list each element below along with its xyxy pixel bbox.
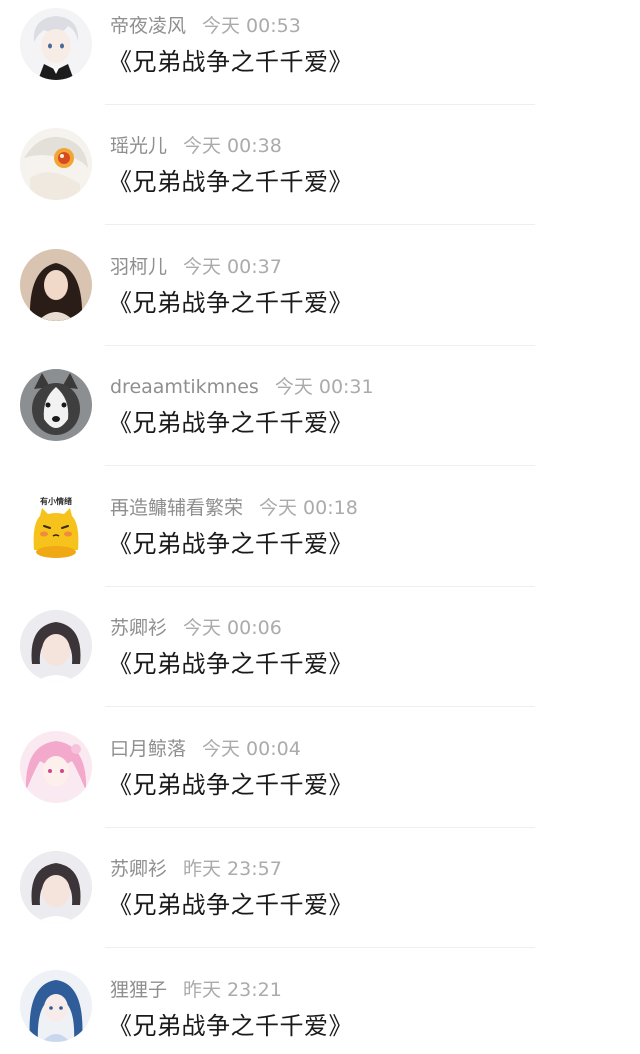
avatar-caption: 有小情绪 — [40, 496, 72, 506]
comment-text: 《兄弟战争之千千爱》 — [108, 1012, 353, 1040]
avatar-anime-orange-eye-icon[interactable] — [20, 128, 92, 200]
avatar-anime-white-hair-icon[interactable] — [20, 8, 92, 80]
comment-meta: 羽柯儿 今天 00:37 — [110, 253, 282, 281]
comment-text: 《兄弟战争之千千爱》 — [108, 771, 353, 799]
comment-text: 《兄弟战争之千千爱》 — [108, 650, 353, 678]
divider — [105, 224, 535, 225]
avatar-yellow-cat-icon[interactable]: 有小情绪 — [20, 490, 92, 562]
timestamp: 今天 00:53 — [202, 15, 301, 37]
username[interactable]: 苏卿衫 — [110, 617, 167, 639]
divider — [105, 586, 535, 587]
comment-meta: 帝夜凌风 今天 00:53 — [110, 12, 301, 40]
comment-item[interactable]: 有小情绪 再造鳙辅看繁荣 今天 00:18 《兄弟战争之千千爱》 — [0, 482, 640, 602]
avatar-girl-photo-icon[interactable] — [20, 249, 92, 321]
avatar-husky-dog-icon[interactable] — [20, 369, 92, 441]
timestamp: 今天 00:06 — [183, 617, 282, 639]
username[interactable]: 曰月鲸落 — [110, 738, 186, 760]
comment-item[interactable]: 羽柯儿 今天 00:37 《兄弟战争之千千爱》 — [0, 241, 640, 361]
comment-list: 帝夜凌风 今天 00:53 《兄弟战争之千千爱》 瑶光儿 今天 00:38 《兄弟战… — [0, 0, 640, 1054]
username[interactable]: 羽柯儿 — [110, 256, 167, 278]
timestamp: 今天 00:31 — [274, 376, 374, 398]
timestamp: 今天 00:37 — [183, 256, 282, 278]
username[interactable]: 帝夜凌风 — [110, 15, 186, 37]
avatar-anime-blue-hair-icon[interactable] — [20, 970, 92, 1042]
username[interactable]: 瑶光儿 — [110, 135, 167, 157]
comment-text: 《兄弟战争之千千爱》 — [108, 530, 353, 558]
username[interactable]: 再造鳙辅看繁荣 — [110, 497, 243, 519]
divider — [105, 827, 535, 828]
comment-item[interactable]: 帝夜凌风 今天 00:53 《兄弟战争之千千爱》 — [0, 0, 640, 120]
divider — [105, 706, 535, 707]
timestamp: 今天 00:18 — [259, 497, 358, 519]
username[interactable]: dreaamtikmnes — [110, 376, 259, 398]
divider — [105, 345, 535, 346]
divider — [105, 104, 535, 105]
comment-text: 《兄弟战争之千千爱》 — [108, 48, 353, 76]
timestamp: 今天 00:38 — [183, 135, 282, 157]
comment-text: 《兄弟战争之千千爱》 — [108, 409, 353, 437]
timestamp: 昨天 23:57 — [183, 858, 282, 880]
comment-item[interactable]: dreaamtikmnes 今天 00:31 《兄弟战争之千千爱》 — [0, 361, 640, 481]
comment-item[interactable]: 苏卿衫 今天 00:06 《兄弟战争之千千爱》 — [0, 602, 640, 722]
avatar-girl-short-hair-icon[interactable] — [20, 851, 92, 923]
comment-item[interactable]: 狸狸子 昨天 23:21 《兄弟战争之千千爱》 — [0, 964, 640, 1054]
comment-item[interactable]: 曰月鲸落 今天 00:04 《兄弟战争之千千爱》 — [0, 723, 640, 843]
comment-meta: 曰月鲸落 今天 00:04 — [110, 735, 301, 763]
username[interactable]: 苏卿衫 — [110, 858, 167, 880]
comment-item[interactable]: 瑶光儿 今天 00:38 《兄弟战争之千千爱》 — [0, 120, 640, 240]
username[interactable]: 狸狸子 — [110, 979, 167, 1001]
comment-meta: dreaamtikmnes 今天 00:31 — [110, 373, 374, 401]
divider — [105, 947, 535, 948]
timestamp: 今天 00:04 — [202, 738, 301, 760]
comment-meta: 再造鳙辅看繁荣 今天 00:18 — [110, 494, 358, 522]
comment-text: 《兄弟战争之千千爱》 — [108, 891, 353, 919]
comment-meta: 瑶光儿 今天 00:38 — [110, 132, 282, 160]
comment-item[interactable]: 苏卿衫 昨天 23:57 《兄弟战争之千千爱》 — [0, 843, 640, 963]
comment-meta: 苏卿衫 昨天 23:57 — [110, 855, 282, 883]
avatar-girl-short-hair-icon[interactable] — [20, 610, 92, 682]
comment-meta: 狸狸子 昨天 23:21 — [110, 976, 282, 1004]
divider — [105, 465, 535, 466]
comment-text: 《兄弟战争之千千爱》 — [108, 168, 353, 196]
comment-meta: 苏卿衫 今天 00:06 — [110, 614, 282, 642]
avatar-anime-pink-hair-icon[interactable] — [20, 731, 92, 803]
timestamp: 昨天 23:21 — [183, 979, 282, 1001]
comment-text: 《兄弟战争之千千爱》 — [108, 289, 353, 317]
